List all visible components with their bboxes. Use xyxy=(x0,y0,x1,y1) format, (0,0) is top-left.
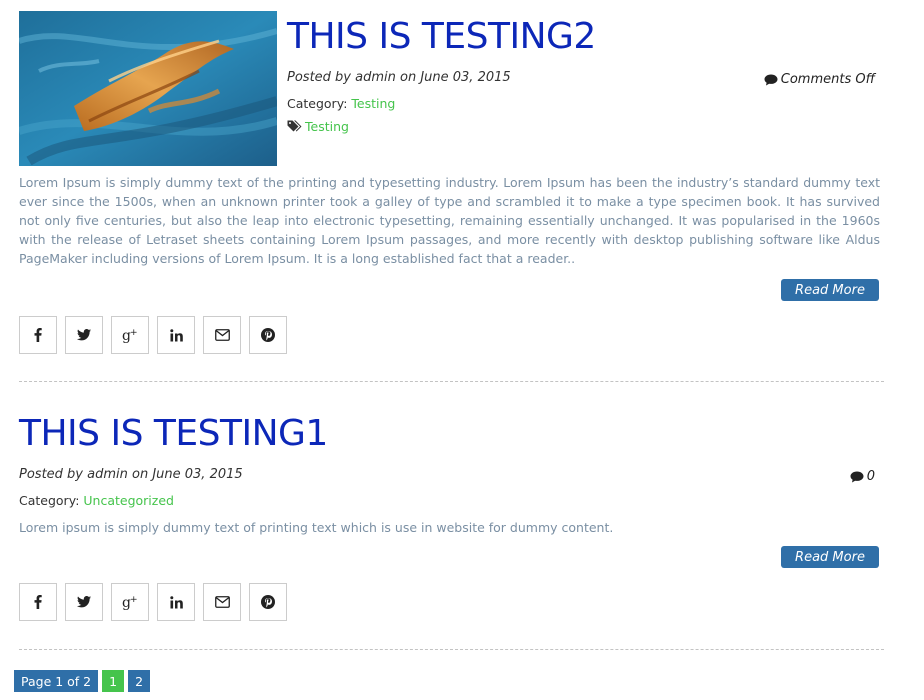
read-more-button[interactable]: Read More xyxy=(781,546,879,568)
comments-link[interactable]: 0 xyxy=(850,469,875,484)
facebook-icon xyxy=(34,595,42,609)
share-twitter-button[interactable] xyxy=(65,583,103,621)
tag-link[interactable]: Testing xyxy=(305,119,349,134)
post-divider xyxy=(19,381,884,382)
pinterest-icon xyxy=(261,595,275,609)
post-tags: Testing xyxy=(287,119,349,134)
pagination: Page 1 of 2 1 2 xyxy=(14,670,151,692)
post-meta: Posted by admin on June 03, 2015 xyxy=(19,467,243,482)
svg-text:+: + xyxy=(130,328,138,338)
post-meta: Posted by admin on June 03, 2015 xyxy=(287,70,511,85)
post-excerpt: Lorem ipsum is simply dummy text of prin… xyxy=(19,520,614,535)
read-more-button[interactable]: Read More xyxy=(781,279,879,301)
share-buttons: g + xyxy=(19,316,287,354)
pinterest-icon xyxy=(261,328,275,342)
page-link-1[interactable]: 1 xyxy=(102,670,125,692)
category-label: Category: xyxy=(287,96,348,111)
share-facebook-button[interactable] xyxy=(19,316,57,354)
twitter-icon xyxy=(77,596,91,608)
comment-icon xyxy=(850,471,864,482)
post-thumbnail[interactable] xyxy=(19,11,277,166)
post-category: Category: Uncategorized xyxy=(19,493,174,508)
email-icon xyxy=(214,596,230,608)
share-twitter-button[interactable] xyxy=(65,316,103,354)
post-excerpt: Lorem Ipsum is simply dummy text of the … xyxy=(19,175,880,267)
linkedin-icon xyxy=(169,595,183,608)
share-buttons: g + xyxy=(19,583,287,621)
pagination-label: Page 1 of 2 xyxy=(14,670,99,692)
share-facebook-button[interactable] xyxy=(19,583,57,621)
category-label: Category: xyxy=(19,493,80,508)
category-link[interactable]: Uncategorized xyxy=(83,493,174,508)
post-title[interactable]: THIS IS TESTING1 xyxy=(19,416,328,452)
google-plus-icon: g + xyxy=(122,595,138,610)
google-plus-icon: g + xyxy=(122,328,138,343)
comments-count: 0 xyxy=(866,469,875,484)
comments-count: Comments Off xyxy=(780,72,875,87)
post-category: Category: Testing xyxy=(287,96,395,111)
share-linkedin-button[interactable] xyxy=(157,583,195,621)
share-email-button[interactable] xyxy=(203,583,241,621)
share-email-button[interactable] xyxy=(203,316,241,354)
share-pinterest-button[interactable] xyxy=(249,583,287,621)
comment-icon xyxy=(764,74,778,85)
post-divider xyxy=(19,649,884,650)
post-title[interactable]: THIS IS TESTING2 xyxy=(287,19,596,55)
linkedin-icon xyxy=(169,328,183,341)
category-link[interactable]: Testing xyxy=(351,96,395,111)
share-linkedin-button[interactable] xyxy=(157,316,195,354)
comments-link[interactable]: Comments Off xyxy=(764,72,875,87)
share-pinterest-button[interactable] xyxy=(249,316,287,354)
share-google-plus-button[interactable]: g + xyxy=(111,316,149,354)
tags-icon xyxy=(287,120,302,132)
email-icon xyxy=(214,329,230,341)
facebook-icon xyxy=(34,328,42,342)
svg-text:+: + xyxy=(130,595,138,605)
twitter-icon xyxy=(77,329,91,341)
page-link-2[interactable]: 2 xyxy=(128,670,151,692)
share-google-plus-button[interactable]: g + xyxy=(111,583,149,621)
